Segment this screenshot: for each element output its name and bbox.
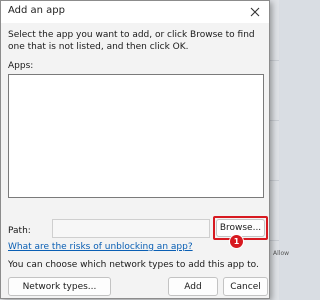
network-types-text: You can choose which network types to ad… — [8, 260, 259, 270]
path-input[interactable] — [52, 219, 210, 238]
risk-info-link[interactable]: What are the risks of unblocking an app? — [8, 242, 193, 252]
network-types-button[interactable]: Network types... — [8, 277, 111, 296]
add-button[interactable]: Add — [168, 277, 218, 296]
dialog-title: Add an app — [8, 5, 66, 16]
close-icon — [250, 7, 260, 17]
cancel-button[interactable]: Cancel — [223, 277, 268, 296]
background-divider — [270, 240, 279, 241]
dialog-description: Select the app you want to add, or click… — [8, 30, 255, 52]
background-divider — [270, 120, 279, 121]
close-button[interactable] — [241, 1, 269, 23]
apps-list[interactable] — [8, 74, 264, 198]
background-divider — [270, 180, 279, 181]
apps-label: Apps: — [8, 61, 34, 71]
add-app-dialog: Add an app Select the app you want to ad… — [0, 0, 270, 299]
title-bar: Add an app — [1, 1, 269, 23]
background-partial-label: Allow — [273, 250, 290, 257]
path-label: Path: — [8, 226, 31, 236]
background-divider — [270, 60, 279, 61]
step-badge: 1 — [229, 234, 244, 249]
